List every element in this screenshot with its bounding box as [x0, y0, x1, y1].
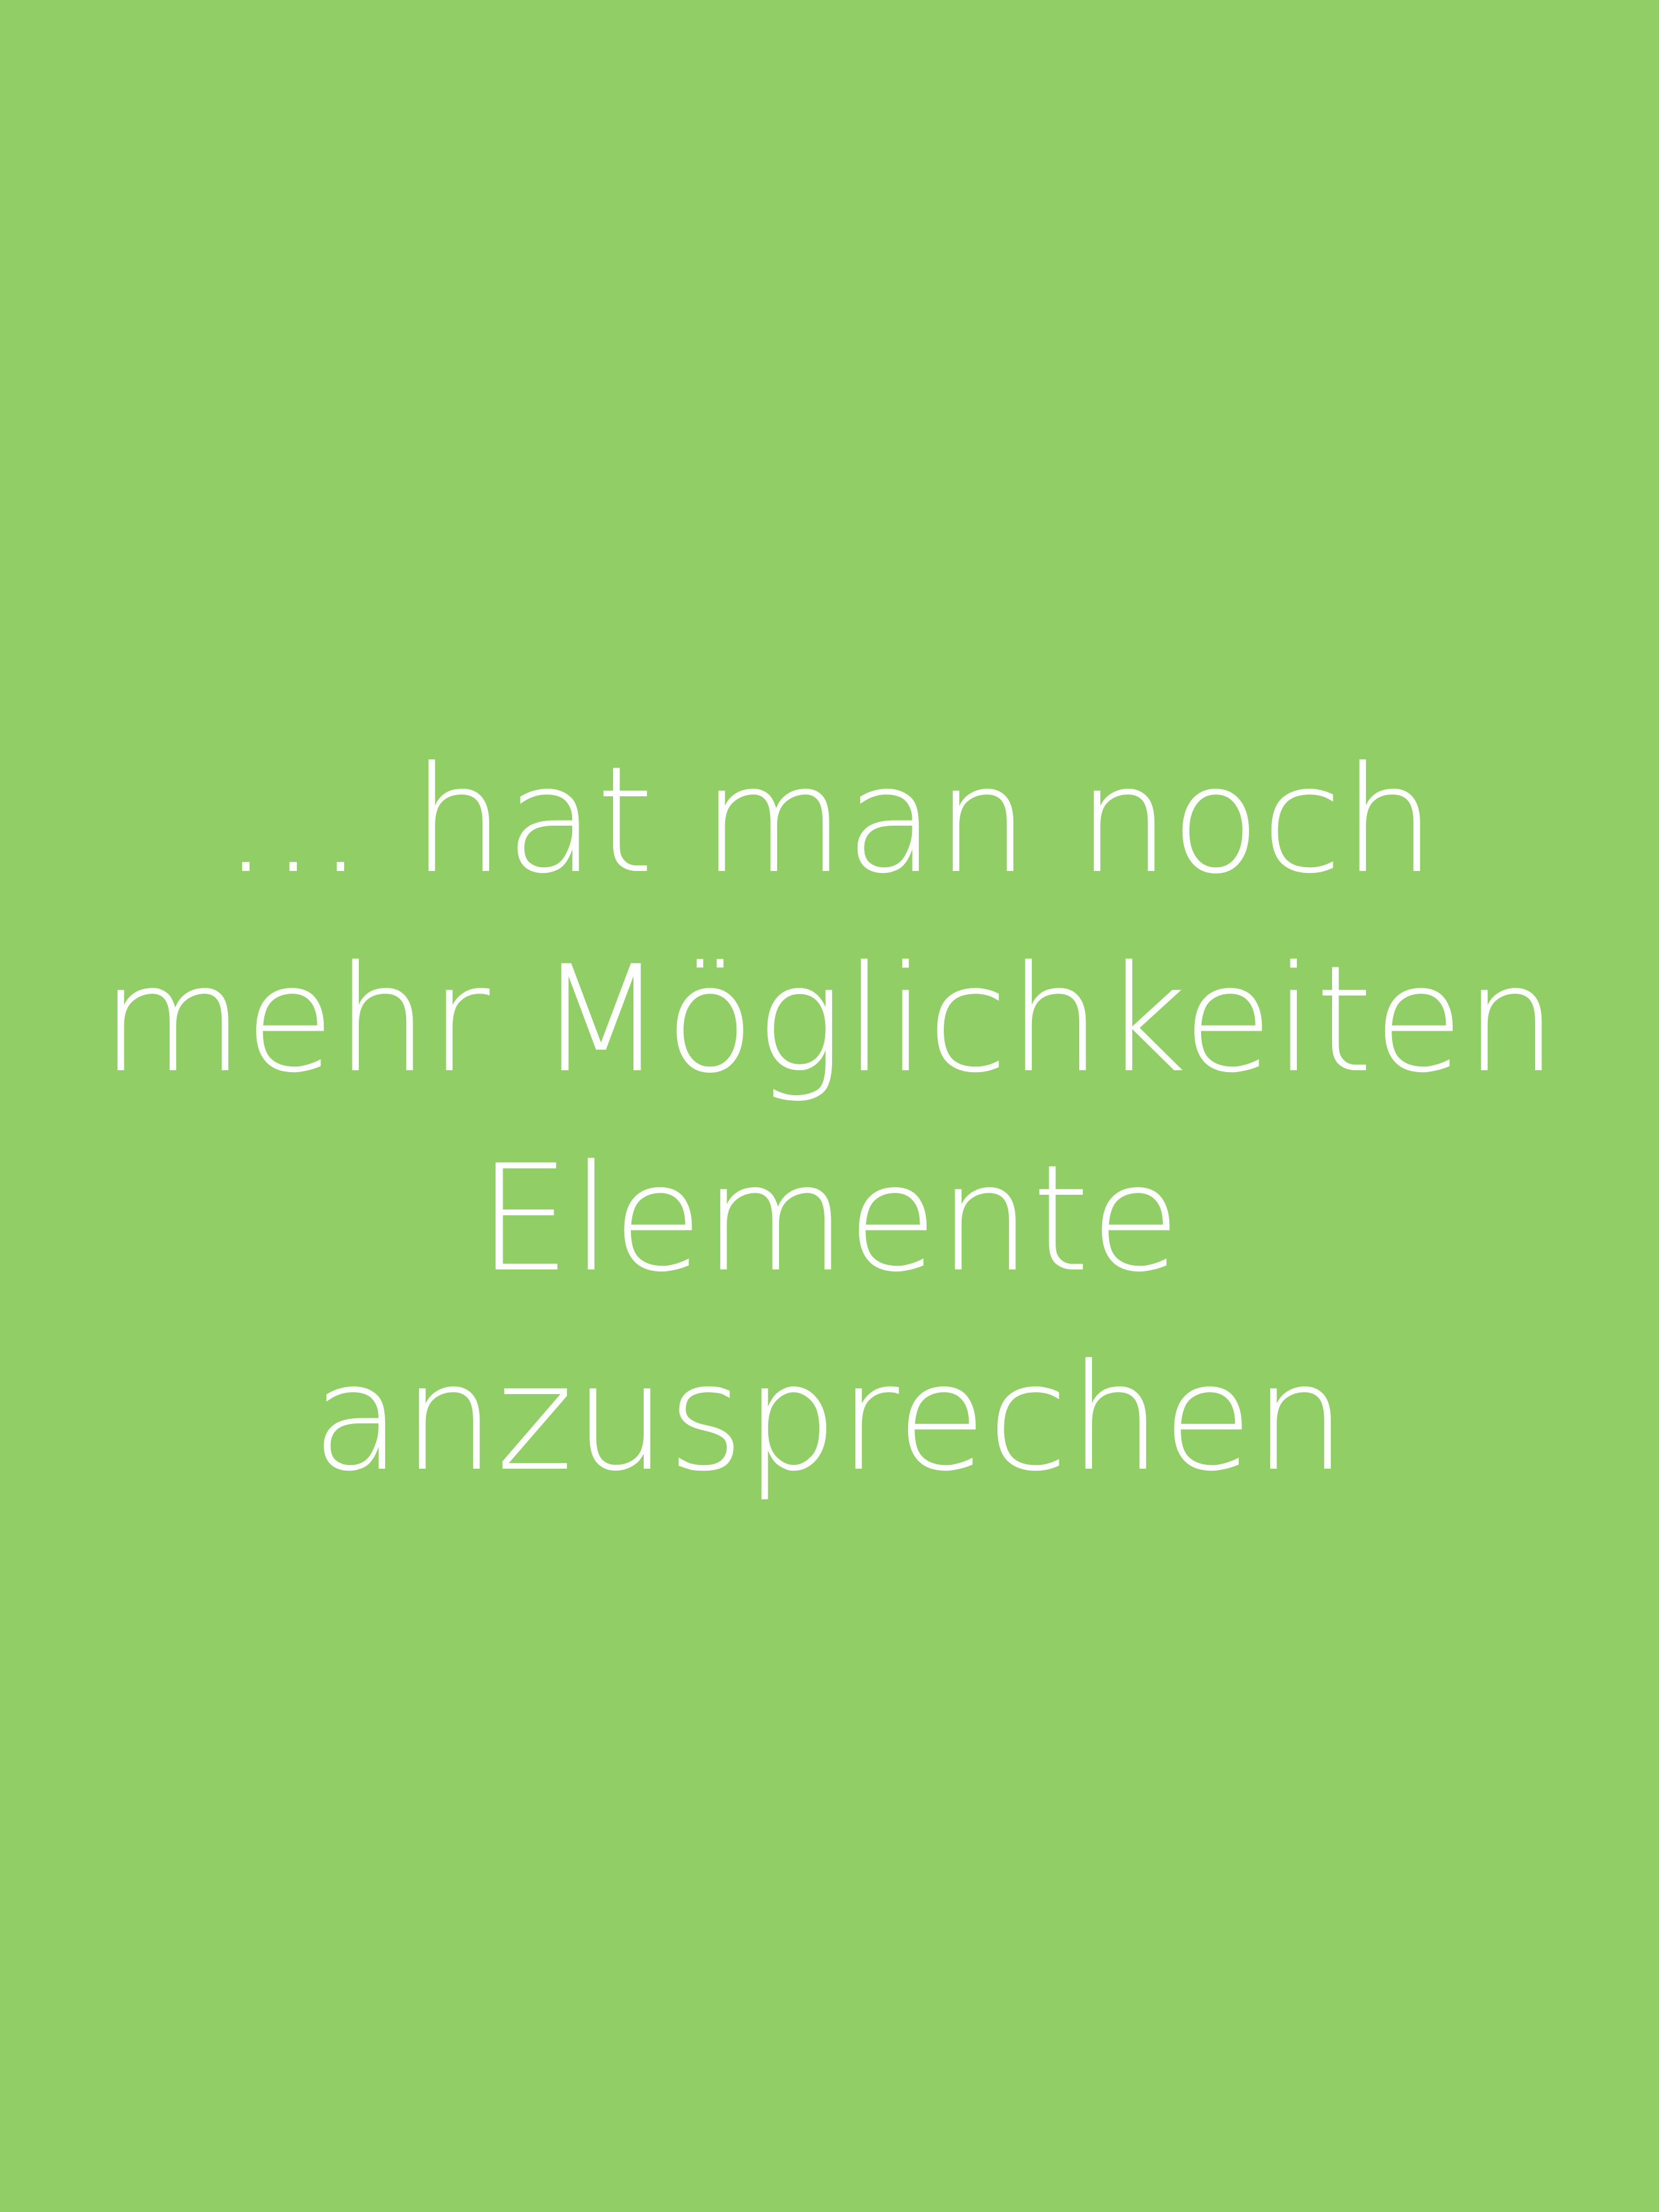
- quote-line-2: mehr Möglichkeiten: [100, 935, 1559, 1105]
- quote-text: ... hat man noch mehr Möglichkeiten Elem…: [0, 722, 1659, 1519]
- quote-line-1: ... hat man noch: [222, 736, 1437, 906]
- quote-line-4: anzusprechen: [312, 1333, 1347, 1504]
- slide-background: ... hat man noch mehr Möglichkeiten Elem…: [0, 0, 1659, 2212]
- quote-line-3: Elemente: [478, 1134, 1181, 1305]
